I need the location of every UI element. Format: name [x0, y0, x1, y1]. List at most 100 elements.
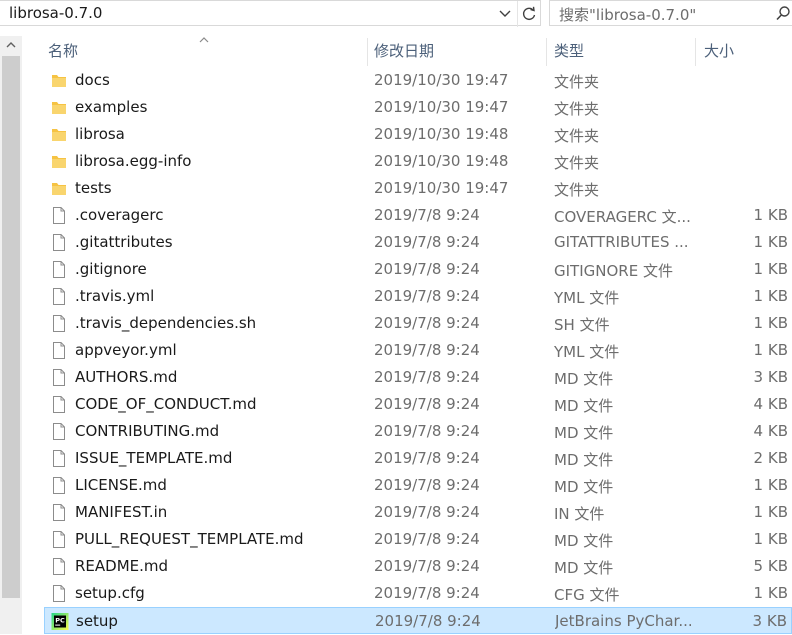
toolbar: librosa-0.7.0 搜索"librosa-0.7.0": [0, 0, 792, 28]
file-date: 2019/7/8 9:24: [374, 449, 480, 467]
column-divider[interactable]: [695, 38, 696, 66]
address-path[interactable]: librosa-0.7.0: [9, 4, 102, 22]
file-row[interactable]: .gitattributes 2019/7/8 9:24 GITATTRIBUTES…: [44, 229, 792, 256]
file-name: librosa: [75, 125, 125, 143]
file-row[interactable]: .travis.yml 2019/7/8 9:24 YML 文件 1 KB: [44, 283, 792, 310]
file-type: GITATTRIBUTES ...: [554, 233, 689, 251]
file-size: 3 KB: [753, 368, 788, 386]
vertical-scrollbar[interactable]: [0, 36, 22, 634]
file-row[interactable]: CONTRIBUTING.md 2019/7/8 9:24 MD 文件 4 KB: [44, 418, 792, 445]
file-size: 1 KB: [753, 233, 788, 251]
column-header: 名称 修改日期 类型 大小: [22, 36, 792, 66]
file-name: MANIFEST.in: [75, 503, 168, 521]
column-header-name[interactable]: 名称: [44, 36, 366, 66]
file-type: MD 文件: [554, 370, 614, 388]
file-icon: [50, 530, 68, 549]
folder-icon: [50, 125, 68, 144]
file-name: LICENSE.md: [75, 476, 167, 494]
file-date: 2019/7/8 9:24: [374, 287, 480, 305]
column-header-type[interactable]: 类型: [550, 36, 695, 66]
file-date: 2019/10/30 19:47: [374, 71, 509, 89]
file-size: 1 KB: [753, 476, 788, 494]
file-type: MD 文件: [554, 451, 614, 469]
file-row[interactable]: CODE_OF_CONDUCT.md 2019/7/8 9:24 MD 文件 4 KB: [44, 391, 792, 418]
file-type: IN 文件: [554, 505, 605, 523]
file-row[interactable]: .coveragerc 2019/7/8 9:24 COVERAGERC 文... 1…: [44, 202, 792, 229]
file-row[interactable]: docs 2019/10/30 19:47 文件夹: [44, 67, 792, 94]
file-icon: [50, 260, 68, 279]
column-header-date[interactable]: 修改日期: [370, 36, 545, 66]
file-name: CONTRIBUTING.md: [75, 422, 220, 440]
file-type: SH 文件: [554, 316, 610, 334]
file-name: .coveragerc: [75, 206, 164, 224]
file-date: 2019/7/8 9:24: [374, 395, 480, 413]
file-size: 5 KB: [753, 557, 788, 575]
svg-text:PC: PC: [55, 617, 65, 625]
file-row[interactable]: ISSUE_TEMPLATE.md 2019/7/8 9:24 MD 文件 2 KB: [44, 445, 792, 472]
file-date: 2019/7/8 9:24: [374, 422, 480, 440]
file-row[interactable]: MANIFEST.in 2019/7/8 9:24 IN 文件 1 KB: [44, 499, 792, 526]
file-icon: [50, 233, 68, 252]
file-icon: [50, 476, 68, 495]
file-date: 2019/7/8 9:24: [374, 260, 480, 278]
file-type: 文件夹: [554, 181, 600, 199]
file-date: 2019/10/30 19:48: [374, 152, 509, 170]
file-name: PULL_REQUEST_TEMPLATE.md: [75, 530, 304, 548]
file-name: README.md: [75, 557, 169, 575]
file-row[interactable]: setup.cfg 2019/7/8 9:24 CFG 文件 1 KB: [44, 580, 792, 607]
file-row[interactable]: LICENSE.md 2019/7/8 9:24 MD 文件 1 KB: [44, 472, 792, 499]
file-name: ISSUE_TEMPLATE.md: [75, 449, 233, 467]
file-row[interactable]: librosa 2019/10/30 19:48 文件夹: [44, 121, 792, 148]
column-header-size[interactable]: 大小: [700, 36, 792, 66]
file-row[interactable]: .gitignore 2019/7/8 9:24 GITIGNORE 文件 1 KB: [44, 256, 792, 283]
file-name: AUTHORS.md: [75, 368, 178, 386]
column-divider[interactable]: [367, 38, 368, 66]
file-row[interactable]: librosa.egg-info 2019/10/30 19:48 文件夹: [44, 148, 792, 175]
file-icon: [50, 368, 68, 387]
file-icon: [50, 503, 68, 522]
file-row[interactable]: README.md 2019/7/8 9:24 MD 文件 5 KB: [44, 553, 792, 580]
search-box[interactable]: 搜索"librosa-0.7.0": [549, 0, 792, 26]
file-row[interactable]: PULL_REQUEST_TEMPLATE.md 2019/7/8 9:24 MD …: [44, 526, 792, 553]
file-icon: [50, 314, 68, 333]
file-icon: [50, 341, 68, 360]
file-icon: [50, 287, 68, 306]
file-date: 2019/7/8 9:24: [374, 314, 480, 332]
file-date: 2019/10/30 19:47: [374, 179, 509, 197]
scroll-up-button[interactable]: [0, 36, 22, 54]
file-type: 文件夹: [554, 100, 600, 118]
file-size: 1 KB: [753, 260, 788, 278]
file-row[interactable]: tests 2019/10/30 19:47 文件夹: [44, 175, 792, 202]
address-bar[interactable]: librosa-0.7.0: [0, 0, 541, 27]
file-name: .travis.yml: [75, 287, 155, 305]
file-date: 2019/7/8 9:24: [374, 233, 480, 251]
file-row[interactable]: PC setup 2019/7/8 9:24 JetBrains PyChar... 3…: [44, 607, 792, 634]
file-row[interactable]: appveyor.yml 2019/7/8 9:24 YML 文件 1 KB: [44, 337, 792, 364]
folder-icon: [50, 179, 68, 198]
search-placeholder[interactable]: 搜索"librosa-0.7.0": [559, 4, 696, 25]
file-date: 2019/7/8 9:24: [374, 341, 480, 359]
file-size: 1 KB: [753, 206, 788, 224]
file-type: MD 文件: [554, 424, 614, 442]
file-size: 4 KB: [753, 395, 788, 413]
file-date: 2019/7/8 9:24: [374, 584, 480, 602]
search-icon[interactable]: [775, 5, 791, 27]
file-icon: [50, 395, 68, 414]
refresh-button[interactable]: [517, 1, 539, 27]
file-row[interactable]: AUTHORS.md 2019/7/8 9:24 MD 文件 3 KB: [44, 364, 792, 391]
file-row[interactable]: .travis_dependencies.sh 2019/7/8 9:24 SH 文…: [44, 310, 792, 337]
file-icon: [50, 557, 68, 576]
file-type: MD 文件: [554, 478, 614, 496]
file-date: 2019/7/8 9:24: [374, 503, 480, 521]
column-divider[interactable]: [546, 38, 547, 66]
file-size: 1 KB: [753, 584, 788, 602]
file-name: CODE_OF_CONDUCT.md: [75, 395, 257, 413]
file-size: 1 KB: [753, 341, 788, 359]
file-name: .gitattributes: [75, 233, 173, 251]
scroll-thumb[interactable]: [2, 56, 20, 598]
file-row[interactable]: examples 2019/10/30 19:47 文件夹: [44, 94, 792, 121]
file-type: COVERAGERC 文...: [554, 208, 690, 226]
file-type: CFG 文件: [554, 586, 620, 604]
address-dropdown-button[interactable]: [495, 1, 515, 27]
file-date: 2019/7/8 9:24: [375, 612, 481, 630]
